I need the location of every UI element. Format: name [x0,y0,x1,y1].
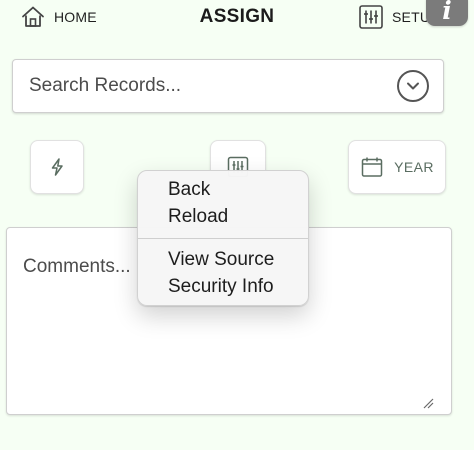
info-icon: i [442,0,452,25]
year-label: YEAR [394,159,434,175]
info-button[interactable]: i [426,0,468,26]
menu-item-back[interactable]: Back [168,179,210,201]
search-dropdown-button[interactable] [397,70,429,102]
home-button[interactable]: HOME [20,4,97,30]
lightning-icon [51,158,63,176]
menu-item-view-source[interactable]: View Source [168,249,274,271]
home-label: HOME [54,9,97,25]
menu-item-security-info[interactable]: Security Info [168,276,274,298]
sliders-icon [358,4,384,30]
year-button[interactable]: YEAR [348,140,446,194]
quick-action-button[interactable] [30,140,84,194]
menu-item-reload[interactable]: Reload [168,206,228,228]
chevron-down-icon [407,82,419,90]
search-input[interactable] [13,60,383,112]
top-bar: HOME ASSIGN SETUP i [0,0,474,38]
resize-handle-icon[interactable] [423,398,434,409]
calendar-icon [361,157,383,177]
menu-divider [138,238,308,239]
search-box [12,59,444,113]
context-menu: Back Reload View Source Security Info [137,170,309,306]
home-icon [20,4,46,30]
